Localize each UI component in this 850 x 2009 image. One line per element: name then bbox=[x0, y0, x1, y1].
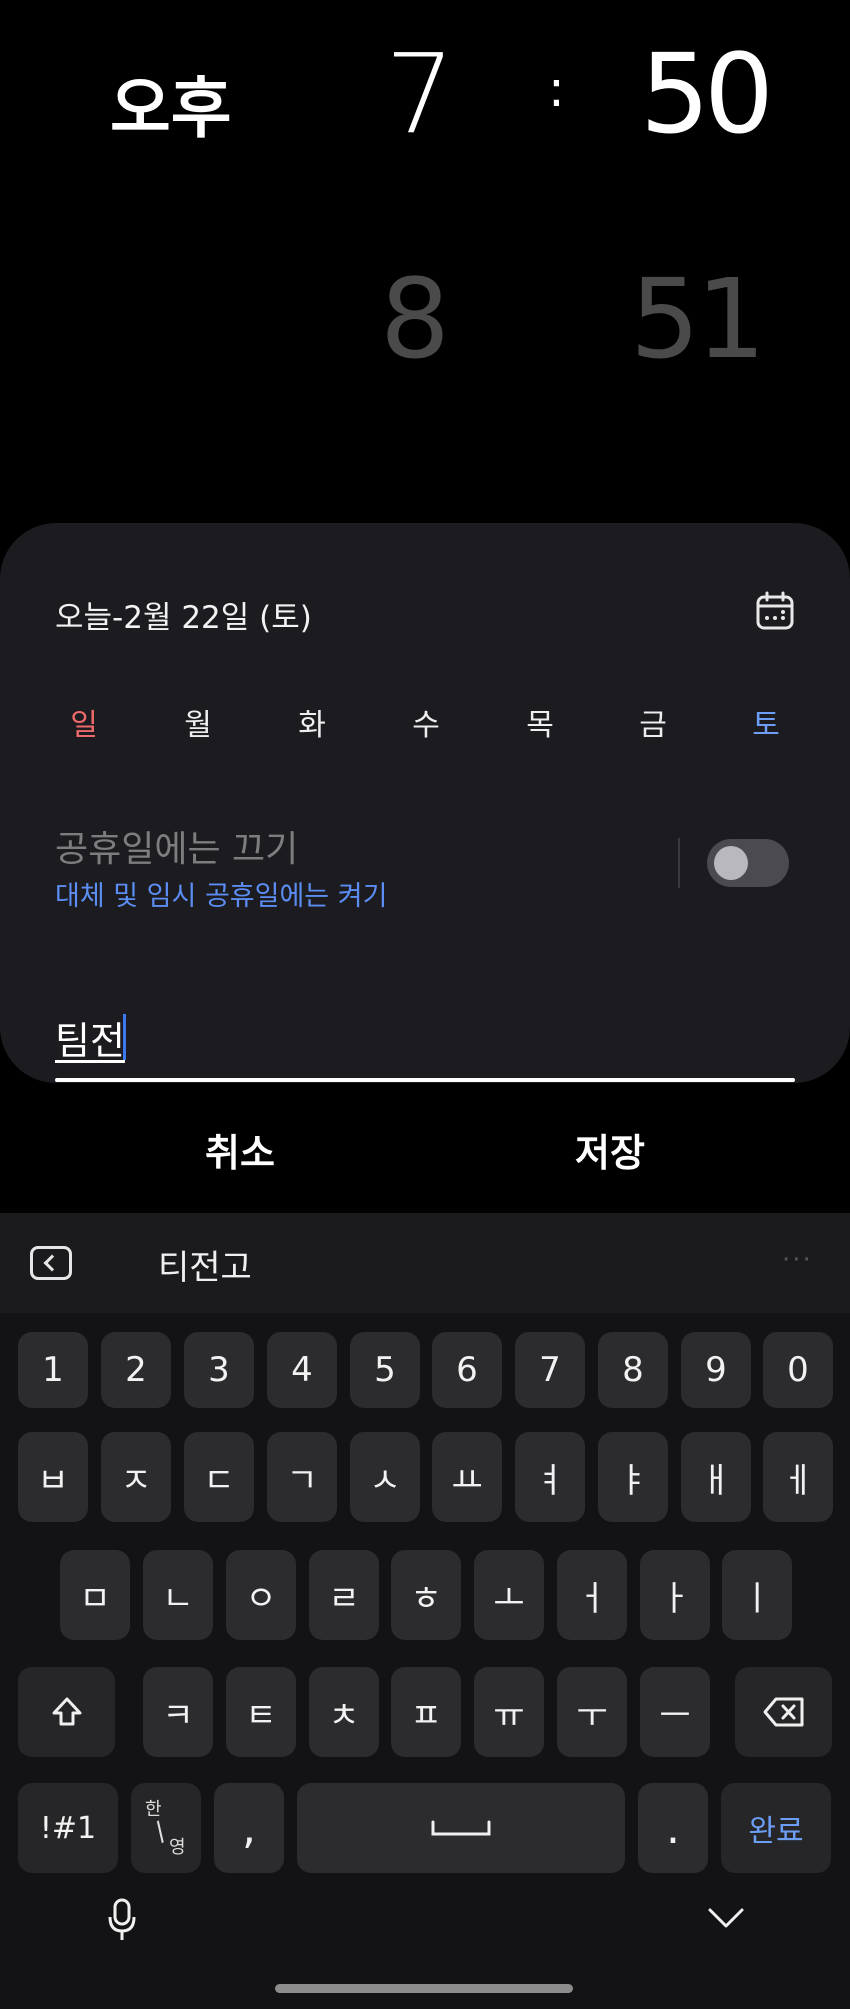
shift-key[interactable] bbox=[18, 1667, 115, 1757]
key-a[interactable]: ㅏ bbox=[640, 1550, 710, 1640]
key-ya[interactable]: ㅑ bbox=[598, 1432, 668, 1522]
toggle-divider bbox=[678, 838, 680, 888]
key-eu[interactable]: ㅡ bbox=[640, 1667, 710, 1757]
key-pieup[interactable]: ㅍ bbox=[391, 1667, 461, 1757]
calendar-icon[interactable] bbox=[754, 590, 796, 632]
hour-current[interactable]: 7 bbox=[385, 30, 455, 158]
toggle-knob bbox=[714, 846, 748, 880]
holiday-off-subtitle[interactable]: 대체 및 임시 공휴일에는 켜기 bbox=[55, 874, 387, 913]
weekday-wed[interactable]: 수 bbox=[396, 700, 456, 744]
key-ae[interactable]: ㅐ bbox=[681, 1432, 751, 1522]
ampm-label[interactable]: 오후 bbox=[110, 55, 231, 151]
key-digeut[interactable]: ㄷ bbox=[184, 1432, 254, 1522]
key-i[interactable]: ㅣ bbox=[722, 1550, 792, 1640]
key-0[interactable]: 0 bbox=[763, 1332, 833, 1408]
more-icon[interactable]: ··· bbox=[782, 1245, 813, 1275]
key-yo[interactable]: ㅛ bbox=[432, 1432, 502, 1522]
key-8[interactable]: 8 bbox=[598, 1332, 668, 1408]
alarm-name-input[interactable]: 팀전 bbox=[55, 1010, 125, 1065]
key-nieun[interactable]: ㄴ bbox=[143, 1550, 213, 1640]
key-siot[interactable]: ㅅ bbox=[350, 1432, 420, 1522]
key-3[interactable]: 3 bbox=[184, 1332, 254, 1408]
chevron-down-icon[interactable] bbox=[706, 1898, 746, 1938]
minute-next[interactable]: 51 bbox=[630, 255, 766, 383]
key-u[interactable]: ㅜ bbox=[557, 1667, 627, 1757]
key-mieum[interactable]: ㅁ bbox=[60, 1550, 130, 1640]
key-hieut[interactable]: ㅎ bbox=[391, 1550, 461, 1640]
holiday-off-title[interactable]: 공휴일에는 끄기 bbox=[55, 820, 298, 872]
backspace-icon bbox=[763, 1697, 803, 1727]
space-icon bbox=[431, 1820, 491, 1836]
time-separator: : bbox=[548, 60, 565, 118]
key-o[interactable]: ㅗ bbox=[474, 1550, 544, 1640]
weekday-mon[interactable]: 월 bbox=[168, 700, 228, 744]
weekday-thu[interactable]: 목 bbox=[510, 700, 570, 744]
text-cursor bbox=[123, 1014, 126, 1060]
key-giyeok[interactable]: ㄱ bbox=[267, 1432, 337, 1522]
period-key[interactable]: . bbox=[638, 1783, 708, 1873]
backspace-key[interactable] bbox=[735, 1667, 832, 1757]
key-jieut[interactable]: ㅈ bbox=[101, 1432, 171, 1522]
home-indicator[interactable] bbox=[275, 1984, 573, 1993]
comma-key[interactable]: , bbox=[214, 1783, 284, 1873]
key-yeo[interactable]: ㅕ bbox=[515, 1432, 585, 1522]
chevron-left-icon[interactable] bbox=[30, 1246, 72, 1280]
key-6[interactable]: 6 bbox=[432, 1332, 502, 1408]
holiday-toggle[interactable] bbox=[707, 839, 789, 887]
minute-current[interactable]: 50 bbox=[640, 30, 774, 158]
key-yu[interactable]: ㅠ bbox=[474, 1667, 544, 1757]
key-tieut[interactable]: ㅌ bbox=[226, 1667, 296, 1757]
key-kieuk[interactable]: ㅋ bbox=[143, 1667, 213, 1757]
shift-icon bbox=[52, 1697, 81, 1726]
lang-korean: 한 bbox=[145, 1799, 162, 1820]
key-e[interactable]: ㅔ bbox=[763, 1432, 833, 1522]
microphone-icon[interactable] bbox=[107, 1897, 137, 1943]
key-eo[interactable]: ㅓ bbox=[557, 1550, 627, 1640]
key-bieup[interactable]: ㅂ bbox=[18, 1432, 88, 1522]
weekday-sun[interactable]: 일 bbox=[54, 700, 114, 744]
cancel-button[interactable]: 취소 bbox=[140, 1122, 340, 1177]
key-rieul[interactable]: ㄹ bbox=[309, 1550, 379, 1640]
key-4[interactable]: 4 bbox=[267, 1332, 337, 1408]
key-7[interactable]: 7 bbox=[515, 1332, 585, 1408]
language-key[interactable]: 한 / 영 bbox=[131, 1783, 201, 1873]
date-label: 오늘-2월 22일 (토) bbox=[55, 600, 312, 636]
weekday-tue[interactable]: 화 bbox=[282, 700, 342, 744]
save-button[interactable]: 저장 bbox=[510, 1122, 710, 1177]
suggestion-word[interactable]: 티전고 bbox=[158, 1240, 252, 1289]
symbols-key[interactable]: !#1 bbox=[18, 1783, 118, 1873]
key-9[interactable]: 9 bbox=[681, 1332, 751, 1408]
key-2[interactable]: 2 bbox=[101, 1332, 171, 1408]
suggestion-bar bbox=[0, 1213, 850, 1313]
weekday-sat[interactable]: 토 bbox=[736, 700, 796, 744]
key-1[interactable]: 1 bbox=[18, 1332, 88, 1408]
done-key[interactable]: 완료 bbox=[721, 1783, 831, 1873]
hour-next[interactable]: 8 bbox=[380, 255, 450, 383]
alarm-name-underline bbox=[55, 1078, 795, 1082]
key-ieung[interactable]: ㅇ bbox=[226, 1550, 296, 1640]
weekday-fri[interactable]: 금 bbox=[623, 700, 683, 744]
space-key[interactable] bbox=[297, 1783, 625, 1873]
key-chieut[interactable]: ㅊ bbox=[309, 1667, 379, 1757]
key-5[interactable]: 5 bbox=[350, 1332, 420, 1408]
lang-english: 영 bbox=[169, 1837, 186, 1858]
